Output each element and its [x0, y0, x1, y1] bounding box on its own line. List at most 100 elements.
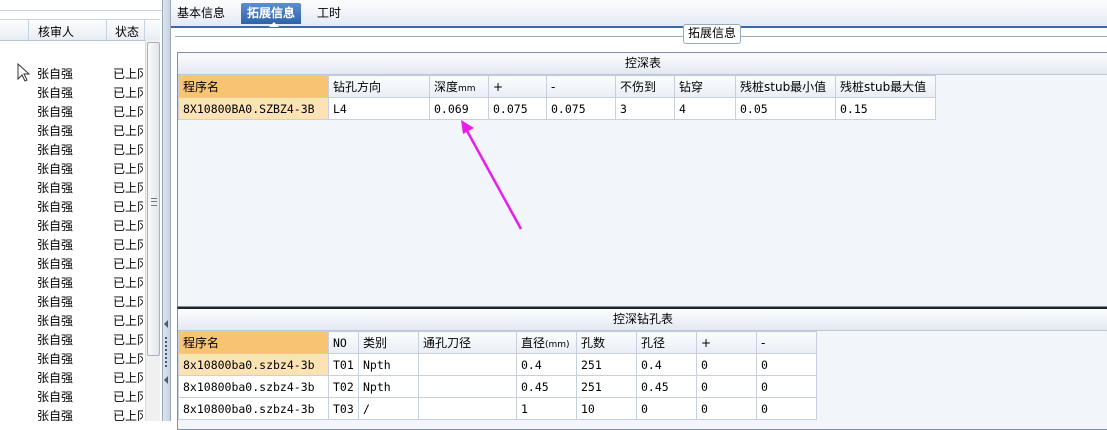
- list-item[interactable]: 张自强 已上冈: [0, 100, 145, 119]
- list-item[interactable]: 张自强 已上冈: [0, 157, 145, 176]
- list-item[interactable]: 张自强 已上冈: [0, 252, 145, 271]
- table-cell[interactable]: 0.05: [735, 97, 836, 120]
- drill-table-title: 控深钻孔表: [178, 309, 1107, 331]
- table-cell[interactable]: 0.069: [429, 97, 489, 120]
- table-cell[interactable]: Npth: [358, 375, 419, 398]
- table-cell[interactable]: 0: [756, 353, 817, 376]
- list-item[interactable]: 张自强 已上冈: [0, 366, 145, 385]
- header-label: 钻孔方向: [333, 80, 382, 94]
- table-cell[interactable]: 0.4: [636, 353, 697, 376]
- list-item[interactable]: 张自强 已上冈: [0, 271, 145, 290]
- list-item[interactable]: 张自强 已上冈: [0, 290, 145, 309]
- table-cell[interactable]: 8x10800ba0.szbz4-3b: [178, 375, 329, 398]
- table-cell[interactable]: /: [358, 397, 419, 420]
- table-cell[interactable]: 0: [696, 375, 757, 398]
- list-item[interactable]: 张自强 已上冈: [0, 233, 145, 252]
- tab-basic-info[interactable]: 基本信息: [171, 3, 231, 24]
- list-item[interactable]: 张自强 已上冈: [0, 176, 145, 195]
- list-item[interactable]: 张自强 已上冈: [0, 214, 145, 233]
- column-header-reviewer[interactable]: 核审人: [38, 23, 74, 40]
- table-cell[interactable]: 3: [615, 97, 675, 120]
- list-item[interactable]: 张自强 已上冈: [0, 347, 145, 366]
- record-list: 张自强已上冈张自强已上冈张自强已上冈张自强已上冈张自强已上冈张自强已上冈张自强已…: [0, 62, 145, 421]
- drill-column-header[interactable]: +: [696, 331, 757, 354]
- table-cell[interactable]: 8X10800BA0.SZBZ4-3B: [178, 97, 329, 120]
- status-cell: 已上冈: [113, 333, 143, 347]
- table-row[interactable]: 8x10800ba0.szbz4-3b T01 Npth 0.4 251 0.4 0 0: [178, 353, 817, 376]
- list-vertical-scrollbar[interactable]: [145, 40, 160, 421]
- status-cell: 已上冈: [113, 295, 143, 309]
- table-cell[interactable]: 1: [516, 397, 577, 420]
- table-cell[interactable]: 0: [696, 397, 757, 420]
- depth-column-header[interactable]: 钻穿: [674, 75, 736, 98]
- depth-column-header[interactable]: 深度mm: [429, 75, 489, 98]
- table-cell[interactable]: 0.075: [546, 97, 616, 120]
- table-cell[interactable]: 251: [576, 353, 637, 376]
- status-cell: 已上冈: [113, 67, 143, 81]
- table-cell[interactable]: 10: [576, 397, 637, 420]
- reviewer-cell: 张自强: [37, 409, 74, 421]
- table-cell[interactable]: 0.4: [516, 353, 577, 376]
- table-cell[interactable]: 4: [674, 97, 736, 120]
- grip-icon: [151, 198, 157, 206]
- reviewer-cell: 张自强: [37, 371, 74, 385]
- table-row[interactable]: 8X10800BA0.SZBZ4-3B L4 0.069 0.075 0.075 3 4 0.…: [178, 97, 936, 120]
- table-cell[interactable]: [418, 353, 517, 376]
- depth-column-header[interactable]: -: [546, 75, 616, 98]
- depth-column-header[interactable]: 残桩stub最大值: [835, 75, 936, 98]
- table-cell[interactable]: [418, 397, 517, 420]
- depth-column-header[interactable]: 程序名: [178, 75, 329, 98]
- table-cell[interactable]: 0.075: [488, 97, 547, 120]
- list-item[interactable]: 张自强 已上冈: [0, 138, 145, 157]
- collapse-left-icon[interactable]: [164, 376, 168, 384]
- scrollbar-thumb[interactable]: [147, 42, 160, 356]
- list-item[interactable]: 张自强 已上冈: [0, 81, 145, 100]
- header-label: NO: [333, 335, 347, 350]
- list-item[interactable]: 张自强 已上冈: [0, 119, 145, 138]
- drill-column-header[interactable]: -: [756, 331, 817, 354]
- tab-extended-info[interactable]: 拓展信息: [241, 3, 302, 27]
- drill-column-header[interactable]: 类别: [358, 331, 419, 354]
- header-label: -: [551, 79, 556, 94]
- drill-column-header[interactable]: 孔数: [576, 331, 637, 354]
- column-header-status[interactable]: 状态: [115, 23, 139, 40]
- table-cell[interactable]: [418, 375, 517, 398]
- table-row[interactable]: 8x10800ba0.szbz4-3b T03/1 10 0 0 0: [178, 397, 817, 420]
- list-item[interactable]: 张自强 已上冈: [0, 309, 145, 328]
- list-item[interactable]: 张自强 已上冈: [0, 328, 145, 347]
- depth-column-header[interactable]: 钻孔方向: [328, 75, 430, 98]
- drill-column-header[interactable]: 程序名: [178, 331, 329, 354]
- status-cell: 已上冈: [113, 352, 143, 366]
- table-cell[interactable]: T02: [328, 375, 359, 398]
- table-cell[interactable]: T03: [328, 397, 359, 420]
- table-cell[interactable]: 0: [636, 397, 697, 420]
- tab-work-hours[interactable]: 工时: [311, 3, 347, 24]
- list-item[interactable]: 张自强 已上冈: [0, 385, 145, 404]
- table-cell[interactable]: 8x10800ba0.szbz4-3b: [178, 353, 329, 376]
- header-label: 钻穿: [679, 80, 704, 94]
- list-item[interactable]: 张自强 已上冈: [0, 195, 145, 214]
- drill-column-header[interactable]: 孔径: [636, 331, 697, 354]
- header-label: +: [701, 335, 712, 350]
- table-cell[interactable]: 0.15: [835, 97, 936, 120]
- table-cell[interactable]: T01: [328, 353, 359, 376]
- list-item[interactable]: 张自强 已上冈: [0, 404, 145, 421]
- drill-column-header[interactable]: NO: [328, 331, 359, 354]
- panel-splitter[interactable]: [163, 0, 171, 421]
- table-cell[interactable]: 0: [756, 375, 817, 398]
- table-cell[interactable]: 0.45: [636, 375, 697, 398]
- table-cell[interactable]: 8x10800ba0.szbz4-3b: [178, 397, 329, 420]
- table-cell[interactable]: 0: [696, 353, 757, 376]
- drill-column-header[interactable]: 直径(mm): [516, 331, 577, 354]
- table-row[interactable]: 8x10800ba0.szbz4-3b T02 Npth 0.45 251 0.45 0 0: [178, 375, 817, 398]
- table-cell[interactable]: 251: [576, 375, 637, 398]
- collapse-left-icon[interactable]: [164, 320, 168, 328]
- drill-column-header[interactable]: 通孔刀径: [418, 331, 517, 354]
- depth-column-header[interactable]: +: [488, 75, 547, 98]
- table-cell[interactable]: Npth: [358, 353, 419, 376]
- depth-column-header[interactable]: 残桩stub最小值: [735, 75, 836, 98]
- table-cell[interactable]: 0.45: [516, 375, 577, 398]
- table-cell[interactable]: L4: [328, 97, 430, 120]
- depth-column-header[interactable]: 不伤到: [615, 75, 675, 98]
- table-cell[interactable]: 0: [756, 397, 817, 420]
